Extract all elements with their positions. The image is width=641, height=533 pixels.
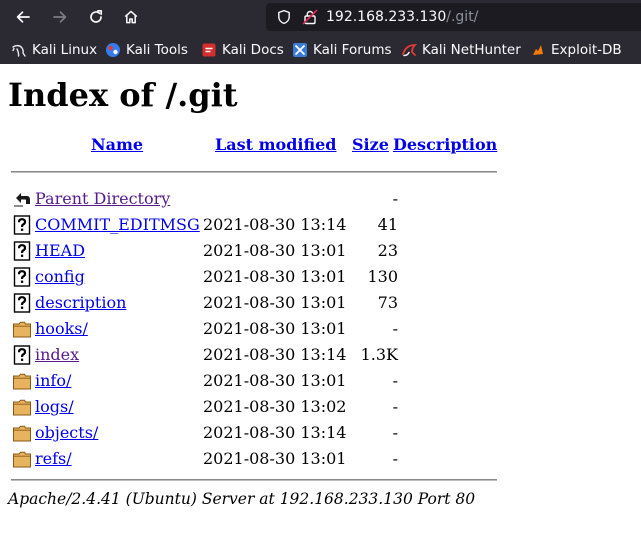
entry-last-modified: 2021-08-30 13:14 (203, 423, 347, 442)
entry-link[interactable]: objects/ (35, 420, 98, 446)
column-header-name[interactable]: Name (91, 130, 143, 160)
entry-link[interactable]: hooks/ (35, 316, 88, 342)
bookmark-label: Exploit-DB (551, 42, 622, 58)
bookmark-kali-docs[interactable]: Kali Docs (201, 41, 284, 59)
page-title: Index of /.git (8, 76, 238, 114)
back-button[interactable] (11, 5, 35, 29)
bookmark-label: Kali Forums (313, 42, 392, 58)
url-host: 192.168.233.130 (326, 9, 447, 25)
entry-link[interactable]: index (35, 342, 79, 368)
kali-docs-icon (202, 43, 216, 57)
entry-last-modified: 2021-08-30 13:01 (203, 449, 347, 468)
entry-link[interactable]: logs/ (35, 394, 74, 420)
listing-row: logs/2021-08-30 13:02 - (8, 394, 508, 420)
listing-row: HEAD 2021-08-30 13:01 23 (8, 238, 508, 264)
bookmark-label: Kali Linux (32, 42, 98, 58)
home-icon (124, 10, 138, 24)
bookmarks-toolbar: Kali Linux Kali Tools Kali Docs Kali For… (0, 38, 641, 62)
entry-link[interactable]: description (35, 290, 126, 316)
entry-size: 23 (377, 241, 398, 260)
entry-size: 1.3K (360, 345, 398, 364)
arrow-right-icon (53, 11, 67, 23)
entry-link[interactable]: config (35, 264, 85, 290)
unknown-file-icon[interactable] (12, 241, 32, 261)
folder-icon[interactable] (12, 319, 32, 339)
listing-row: objects/2021-08-30 13:14 - (8, 420, 508, 446)
entry-size: - (392, 189, 398, 208)
forward-button[interactable] (48, 5, 72, 29)
entry-link[interactable]: Parent Directory (35, 186, 170, 212)
column-header-last-modified[interactable]: Last modified (215, 130, 336, 160)
entry-link[interactable]: refs/ (35, 446, 72, 472)
navigation-toolbar: 192.168.233.130/.git/ (0, 0, 641, 34)
unknown-file-icon[interactable] (12, 293, 32, 313)
listing-row: info/2021-08-30 13:01 - (8, 368, 508, 394)
listing-row: hooks/2021-08-30 13:01 - (8, 316, 508, 342)
bookmark-kali-nethunter[interactable]: Kali NetHunter (401, 41, 521, 59)
bookmark-kali-linux[interactable]: Kali Linux (11, 41, 97, 59)
url-text[interactable]: 192.168.233.130/.git/ (326, 9, 478, 25)
entry-size: - (392, 449, 398, 468)
kali-tools-icon (106, 43, 120, 57)
entry-link[interactable]: HEAD (35, 238, 85, 264)
entry-last-modified: 2021-08-30 13:02 (203, 397, 347, 416)
nethunter-icon (402, 44, 417, 57)
entry-last-modified: 2021-08-30 13:01 (203, 371, 347, 390)
browser-chrome: 192.168.233.130/.git/ Kali Linux Kali To… (0, 0, 641, 64)
kali-forums-icon (293, 43, 307, 57)
home-button[interactable] (119, 5, 143, 29)
entry-size: - (392, 397, 398, 416)
kali-dragon-icon (12, 44, 26, 57)
unknown-file-icon[interactable] (12, 345, 32, 365)
entry-link[interactable]: COMMIT_EDITMSG (35, 212, 200, 238)
server-signature: Apache/2.4.41 (Ubuntu) Server at 192.168… (8, 490, 476, 508)
listing-row: COMMIT_EDITMSG 2021-08-30 13:14 41 (8, 212, 508, 238)
reload-icon (90, 9, 103, 23)
entry-last-modified: 2021-08-30 13:01 (203, 293, 347, 312)
entry-last-modified: 2021-08-30 13:01 (203, 319, 347, 338)
entry-size: 73 (377, 293, 398, 312)
footer-divider (11, 479, 497, 481)
bookmark-label: Kali Tools (126, 42, 188, 58)
bookmark-exploit-db[interactable]: Exploit-DB (530, 41, 622, 59)
listing-row: config 2021-08-30 13:01 130 (8, 264, 508, 290)
column-header-size[interactable]: Size (352, 130, 389, 160)
folder-icon[interactable] (12, 449, 32, 469)
listing-row: refs/2021-08-30 13:01 - (8, 446, 508, 472)
entry-last-modified: 2021-08-30 13:14 (203, 215, 347, 234)
entry-size: - (392, 423, 398, 442)
column-header-description[interactable]: Description (393, 130, 497, 160)
bookmark-kali-forums[interactable]: Kali Forums (292, 41, 392, 59)
entry-last-modified: 2021-08-30 13:14 (203, 345, 347, 364)
listing-row: index 2021-08-30 13:14 1.3K (8, 342, 508, 368)
exploit-db-icon (533, 45, 543, 55)
entry-last-modified: 2021-08-30 13:01 (203, 267, 347, 286)
folder-icon[interactable] (12, 397, 32, 417)
folder-icon[interactable] (12, 371, 32, 391)
insecure-lock-icon[interactable] (302, 9, 318, 25)
entry-size: - (392, 319, 398, 338)
back-folder-icon[interactable] (12, 189, 32, 209)
bookmark-kali-tools[interactable]: Kali Tools (105, 41, 188, 59)
header-divider (11, 171, 497, 173)
unknown-file-icon[interactable] (12, 267, 32, 287)
bookmark-label: Kali NetHunter (422, 42, 521, 58)
listing-row: Parent Directory - (8, 186, 508, 212)
unknown-file-icon[interactable] (12, 215, 32, 235)
folder-icon[interactable] (12, 423, 32, 443)
reload-button[interactable] (84, 5, 108, 29)
address-bar[interactable]: 192.168.233.130/.git/ (266, 3, 641, 31)
url-path: /.git/ (446, 9, 479, 25)
entry-link[interactable]: info/ (35, 368, 71, 394)
listing-row: description 2021-08-30 13:01 73 (8, 290, 508, 316)
entry-size: 41 (377, 215, 398, 234)
shield-icon[interactable] (276, 9, 292, 25)
arrow-left-icon (16, 11, 30, 23)
entry-size: - (392, 371, 398, 390)
entry-size: 130 (367, 267, 398, 286)
bookmark-label: Kali Docs (222, 42, 284, 58)
entry-last-modified: 2021-08-30 13:01 (203, 241, 347, 260)
